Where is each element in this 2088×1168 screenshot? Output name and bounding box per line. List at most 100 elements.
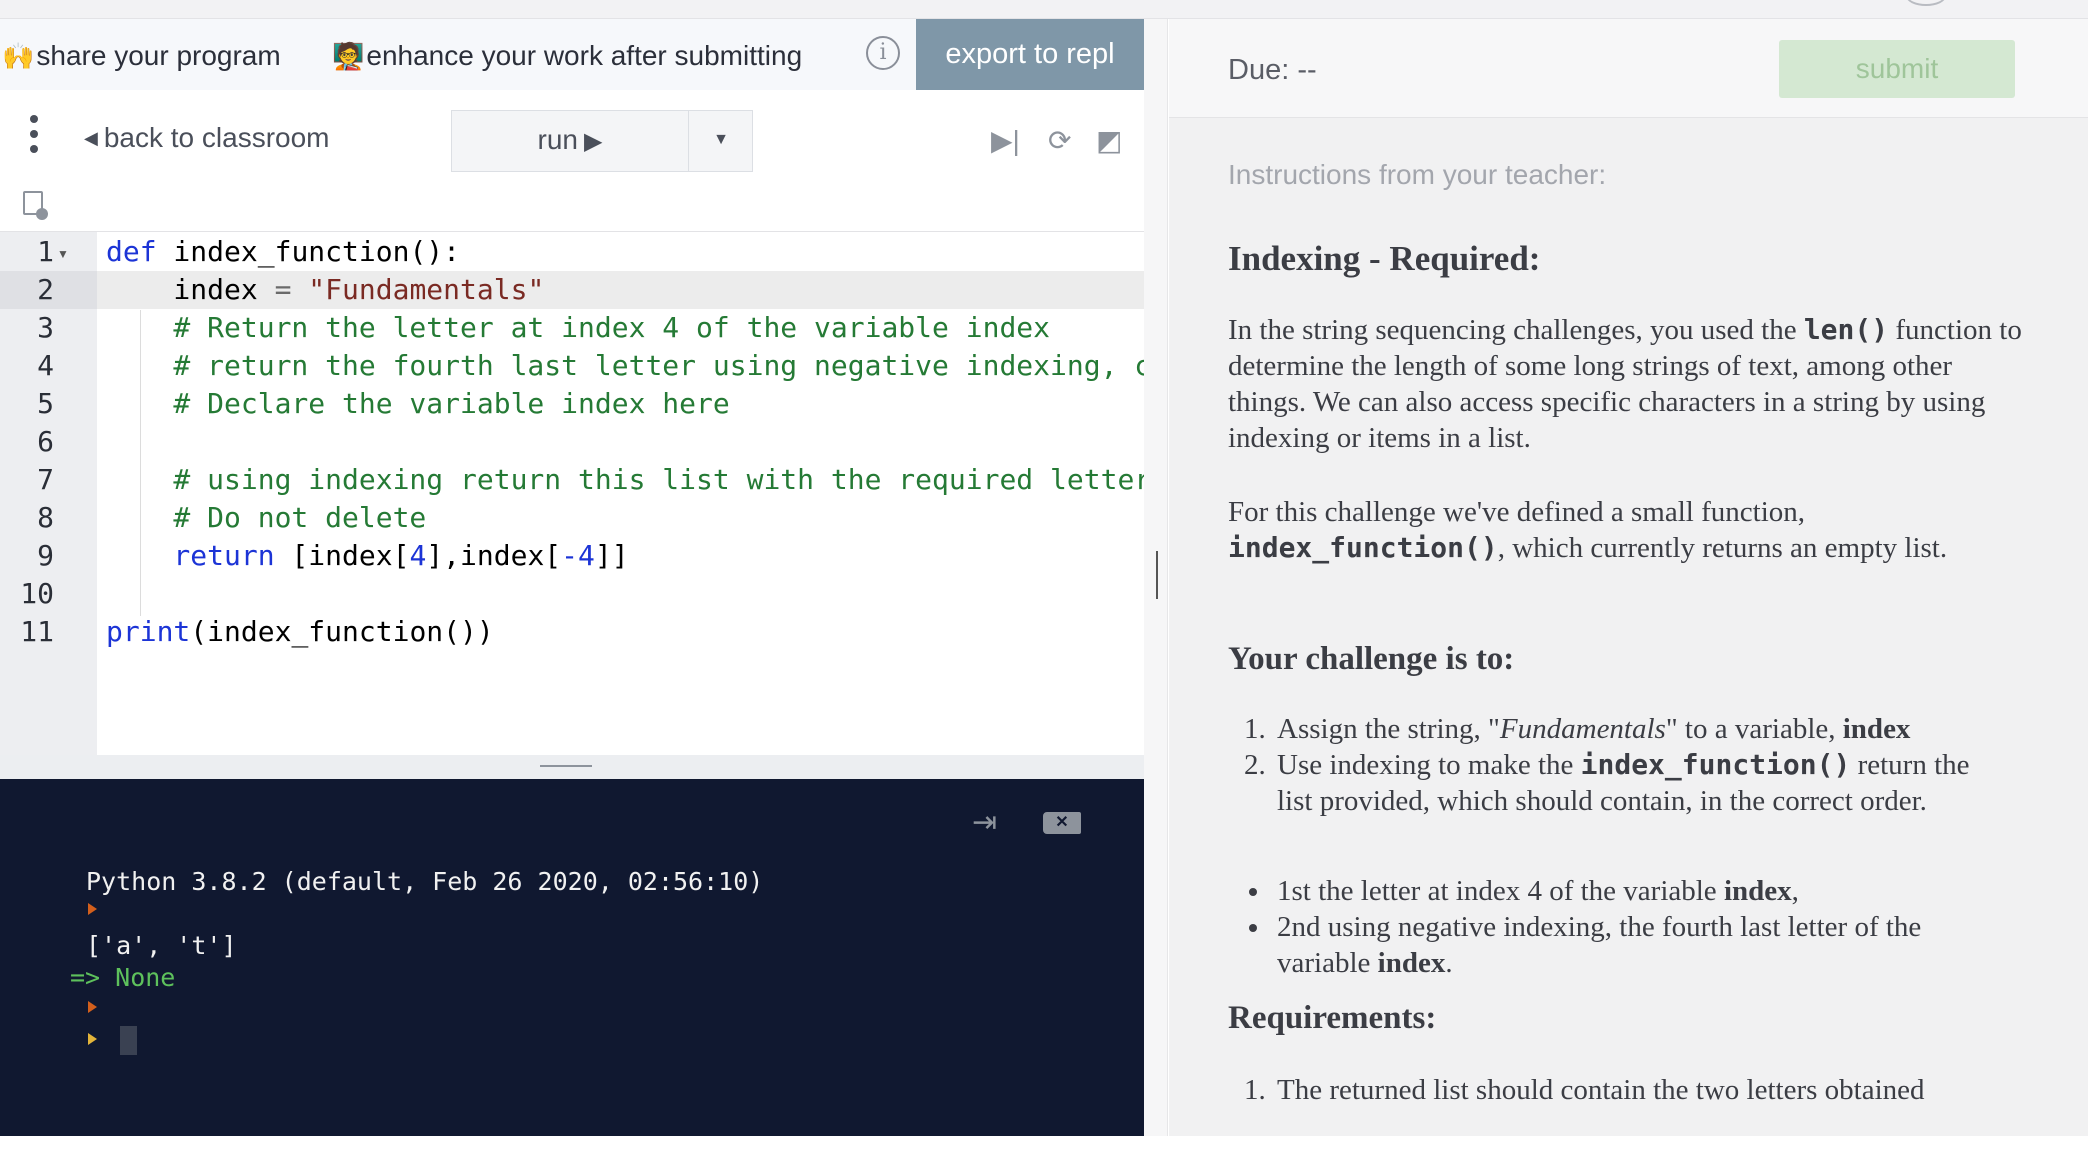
- line-number: 11: [20, 615, 54, 648]
- chevron-down-icon: ▼: [713, 131, 729, 148]
- console-output-line: ['a', 't']: [86, 931, 237, 960]
- avatar-icon[interactable]: [1906, 0, 1946, 6]
- info-icon[interactable]: i: [866, 36, 900, 70]
- requirement-item: 1. The returned list should contain the …: [1244, 1072, 1997, 1108]
- step-emphasis: Fundamentals: [1499, 713, 1666, 745]
- play-icon: ▶: [584, 128, 603, 155]
- bullet-text: ,: [1791, 875, 1799, 907]
- fold-caret-icon[interactable]: ▼: [57, 247, 69, 261]
- requirement-text: The returned list should contain the two…: [1277, 1074, 1925, 1106]
- run-options-dropdown[interactable]: ▼: [690, 111, 752, 171]
- line-number: 3: [37, 311, 54, 344]
- instructions-pane: Due: -- submit Instructions from your te…: [1169, 19, 2088, 1136]
- code-token: ]]: [594, 539, 629, 572]
- step-item: 2. Use indexing to make the index_functi…: [1244, 747, 1997, 819]
- code-token: [index[: [274, 539, 410, 572]
- share-program-label: share your program: [36, 40, 281, 71]
- code-token: print: [106, 615, 191, 648]
- teacher-icon: 🧑‍🏫: [332, 41, 365, 71]
- line-number: 7: [37, 463, 54, 496]
- code-line[interactable]: index = "Fundamentals": [106, 271, 1144, 309]
- step-item: 1. Assign the string, "Fundamentals" to …: [1244, 711, 1977, 747]
- console-result-line: => None: [70, 963, 176, 992]
- code-line[interactable]: # Return the letter at index 4 of the va…: [106, 309, 1144, 347]
- p2-text-a: For this challenge we've defined a small…: [1228, 496, 1805, 528]
- editor-toolbar: ◀ back to classroom run ▶ ▼ ▶| ⟳ ◩: [0, 90, 1144, 190]
- console[interactable]: ⇥ ✕ Python 3.8.2 (default, Feb 26 2020, …: [0, 779, 1144, 1136]
- step-code: index_function(): [1580, 748, 1851, 781]
- browser-top-strip: [0, 0, 2088, 19]
- active-prompt-icon: [88, 1033, 100, 1049]
- top-banner: 🙌share your program 🧑‍🏫enhance your work…: [0, 19, 1144, 90]
- line-number: 1: [37, 235, 54, 268]
- step-text: Assign the string, ": [1277, 713, 1500, 745]
- submit-button[interactable]: submit: [1779, 40, 2015, 98]
- code-line[interactable]: # using indexing return this list with t…: [106, 461, 1144, 499]
- bullet-strong: index: [1377, 947, 1446, 979]
- bullet-strong: index: [1723, 875, 1792, 907]
- instructions-heading: Instructions from your teacher:: [1228, 159, 1607, 190]
- bottom-bar: [0, 1136, 2088, 1168]
- code-token: # Return the letter at index 4 of the va…: [106, 311, 1051, 344]
- due-date: Due: --: [1228, 54, 1317, 86]
- line-number: 5: [37, 387, 54, 420]
- enhance-work-link[interactable]: 🧑‍🏫enhance your work after submitting: [332, 40, 802, 72]
- p1-text-a: In the string sequencing challenges, you…: [1228, 314, 1804, 346]
- enhance-work-label: enhance your work after submitting: [366, 40, 803, 71]
- run-button[interactable]: run ▶: [452, 111, 689, 171]
- code-token: index_function():: [156, 235, 461, 268]
- code-line[interactable]: [106, 423, 1144, 461]
- code-line[interactable]: return [index[4],index[-4]]: [106, 537, 1144, 575]
- back-to-classroom-label: back to classroom: [103, 122, 330, 153]
- code-token: =: [274, 273, 292, 306]
- expand-icon[interactable]: ◩: [1096, 124, 1122, 157]
- code-line[interactable]: # return the fourth last letter using ne…: [106, 347, 1144, 385]
- p1-code: len(): [1803, 313, 1889, 346]
- kebab-menu-icon[interactable]: [29, 115, 39, 159]
- code-token: # using indexing return this list with t…: [106, 463, 1144, 496]
- back-to-classroom-link[interactable]: ◀ back to classroom: [84, 122, 329, 154]
- editor-console-divider[interactable]: [0, 755, 1144, 779]
- assignment-title-text: Indexing - Required:: [1228, 239, 1541, 278]
- requirements-heading: Requirements:: [1228, 1000, 2028, 1036]
- line-number: 4: [37, 349, 54, 382]
- reload-icon[interactable]: ⟳: [1048, 124, 1071, 157]
- code-token: # return the fourth last letter using ne…: [106, 349, 1144, 382]
- console-version-line: Python 3.8.2 (default, Feb 26 2020, 02:5…: [86, 867, 764, 896]
- code-editor-pane: 🙌share your program 🧑‍🏫enhance your work…: [0, 19, 1144, 1136]
- paragraph-2: For this challenge we've defined a small…: [1228, 494, 2028, 566]
- raised-hands-icon: 🙌: [2, 41, 35, 71]
- code-line[interactable]: print(index_function()): [106, 613, 1144, 651]
- paragraph-1: In the string sequencing challenges, you…: [1228, 312, 2028, 456]
- code-token: # Do not delete: [106, 501, 427, 534]
- requirements-heading-text: Requirements:: [1228, 1000, 1437, 1036]
- p2-code: index_function(): [1228, 531, 1498, 564]
- new-file-icon[interactable]: [23, 191, 48, 220]
- line-number: 2: [37, 273, 54, 306]
- challenge-heading-text: Your challenge is to:: [1228, 641, 1515, 677]
- code-line[interactable]: # Do not delete: [106, 499, 1144, 537]
- export-to-repl-button[interactable]: export to repl: [916, 19, 1144, 90]
- requirement-number: 1.: [1244, 1074, 1266, 1106]
- step-number: 2.: [1244, 749, 1266, 781]
- step-forward-icon[interactable]: ▶|: [991, 124, 1020, 157]
- share-program-link[interactable]: 🙌share your program: [2, 40, 281, 72]
- bullet-item: 1st the letter at index 4 of the variabl…: [1249, 873, 1997, 909]
- resize-handle[interactable]: [540, 765, 592, 767]
- code-line[interactable]: def index_function():: [106, 233, 1144, 271]
- prompt-icon: [88, 1001, 100, 1017]
- bullet-dot: [1249, 924, 1257, 932]
- code-editor[interactable]: ▼ 1 2 3 4 5 6 7 8 9 10 11 def index_function(): in…: [0, 231, 1144, 975]
- splitter-grip[interactable]: [1156, 551, 1158, 599]
- caret-left-icon: ◀: [84, 128, 98, 148]
- console-collapse-icon[interactable]: ⇥: [972, 805, 997, 840]
- bullet-item: 2nd using negative indexing, the fourth …: [1249, 909, 1997, 981]
- code-token: ],index[: [426, 539, 562, 572]
- bullet-text: .: [1445, 947, 1453, 979]
- line-number: 8: [37, 501, 54, 534]
- code-line[interactable]: # Declare the variable index here: [106, 385, 1144, 423]
- code-line[interactable]: [106, 575, 1144, 613]
- code-token: (index_function()): [190, 615, 494, 648]
- assignment-title: Indexing - Required:: [1228, 241, 2028, 277]
- clear-console-icon[interactable]: ✕: [1043, 812, 1081, 834]
